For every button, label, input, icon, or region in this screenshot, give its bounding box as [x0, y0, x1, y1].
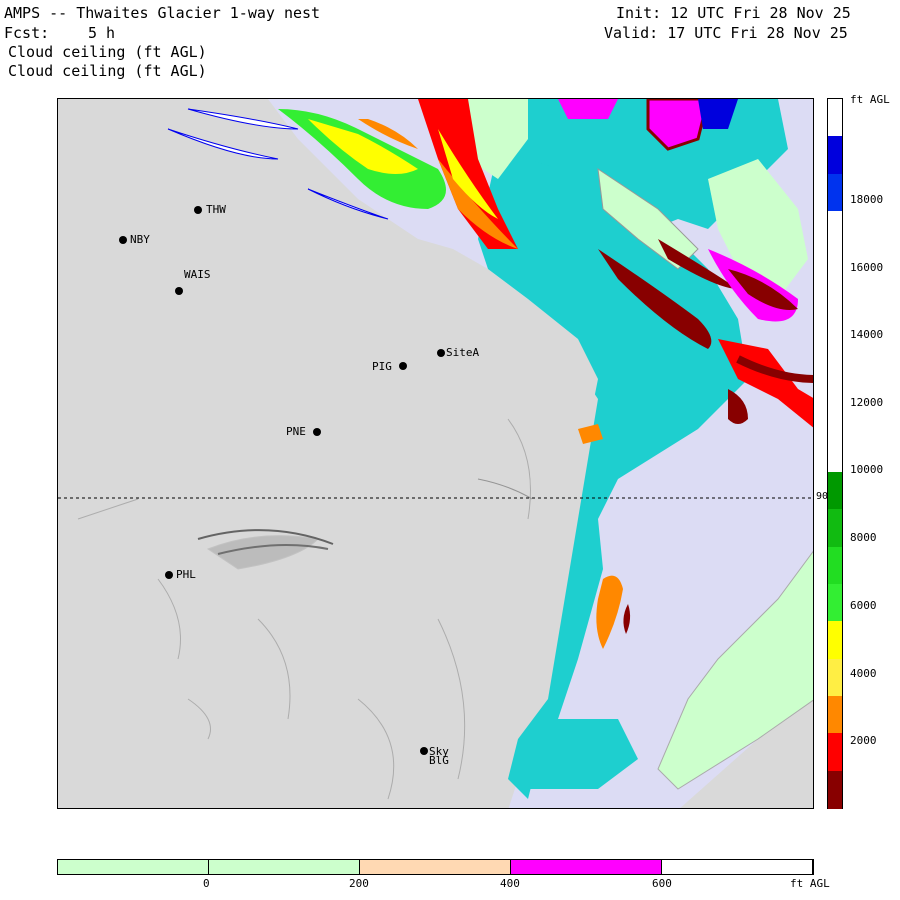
right-colorbar	[827, 98, 843, 809]
bottom-colorbar-segment	[662, 860, 813, 874]
right-colorbar-segment	[828, 99, 842, 137]
station-dot-pne	[313, 428, 321, 436]
right-tick-8000: 8000	[850, 531, 877, 544]
right-tick-14000: 14000	[850, 328, 884, 341]
right-tick-12000: 12000	[850, 396, 884, 409]
station-label-phl: PHL	[176, 568, 196, 581]
bottom-tick-400: 400	[500, 877, 520, 890]
right-colorbar-segment	[828, 248, 842, 287]
map-canvas	[58, 99, 813, 808]
right-colorbar-segment	[828, 285, 842, 324]
bottom-colorbar-segment	[511, 860, 662, 874]
right-colorbar-segment	[828, 136, 842, 175]
station-dot-phl	[165, 571, 173, 579]
bottom-colorbar-segment	[209, 860, 360, 874]
right-colorbar-unit: ft AGL	[850, 93, 890, 106]
right-tick-6000: 6000	[850, 599, 877, 612]
bottom-colorbar	[57, 859, 814, 875]
bottom-tick-200: 200	[349, 877, 369, 890]
station-dot-wais	[175, 287, 183, 295]
station-label-sitea: SiteA	[446, 346, 480, 359]
station-dot-sitea	[437, 349, 445, 357]
right-colorbar-segment	[828, 770, 842, 809]
right-colorbar-segment	[828, 360, 842, 399]
right-tick-10000: 10000	[850, 463, 884, 476]
station-label-pne: PNE	[286, 425, 306, 438]
right-tick-4000: 4000	[850, 667, 877, 680]
right-colorbar-segment	[828, 621, 842, 660]
right-colorbar-segment	[828, 210, 842, 249]
bottom-tick-600: 600	[652, 877, 672, 890]
right-colorbar-segment	[828, 434, 842, 473]
field-name-2: Cloud ceiling (ft AGL)	[8, 62, 207, 80]
bottom-colorbar-segment	[58, 860, 209, 874]
bottom-colorbar-segment	[360, 860, 511, 874]
right-colorbar-segment	[828, 658, 842, 697]
right-colorbar-segment	[828, 397, 842, 436]
bottom-colorbar-unit: ft AGL	[790, 877, 830, 890]
init-time: Init: 12 UTC Fri 28 Nov 25	[616, 4, 851, 22]
cloud-ceiling-map: THW NBY WAIS SiteA PIG PNE PHL Sky BlG 9…	[57, 98, 814, 809]
bottom-tick-0: 0	[203, 877, 210, 890]
right-colorbar-segment	[828, 472, 842, 511]
forecast-label: Fcst:	[4, 24, 50, 42]
right-colorbar-segment	[828, 322, 842, 361]
right-colorbar-segment	[828, 733, 842, 772]
station-label-wais: WAIS	[184, 268, 211, 281]
right-colorbar-segment	[828, 173, 842, 212]
station-dot-sky	[420, 747, 428, 755]
station-dot-pig	[399, 362, 407, 370]
station-label-thw: THW	[206, 203, 226, 216]
field-name-1: Cloud ceiling (ft AGL)	[8, 43, 207, 61]
station-dot-nby	[119, 236, 127, 244]
station-dot-thw	[194, 206, 202, 214]
station-label-blg: BlG	[429, 754, 449, 767]
map-title: AMPS -- Thwaites Glacier 1-way nest	[4, 4, 321, 22]
right-colorbar-segment	[828, 509, 842, 548]
station-label-nby: NBY	[130, 233, 150, 246]
right-colorbar-segment	[828, 546, 842, 585]
valid-time: Valid: 17 UTC Fri 28 Nov 25	[604, 24, 848, 42]
forecast-hour: 5 h	[88, 24, 116, 42]
station-label-pig: PIG	[372, 360, 392, 373]
right-tick-16000: 16000	[850, 261, 884, 274]
right-colorbar-segment	[828, 584, 842, 623]
right-tick-18000: 18000	[850, 193, 884, 206]
right-colorbar-segment	[828, 696, 842, 735]
right-tick-2000: 2000	[850, 734, 877, 747]
